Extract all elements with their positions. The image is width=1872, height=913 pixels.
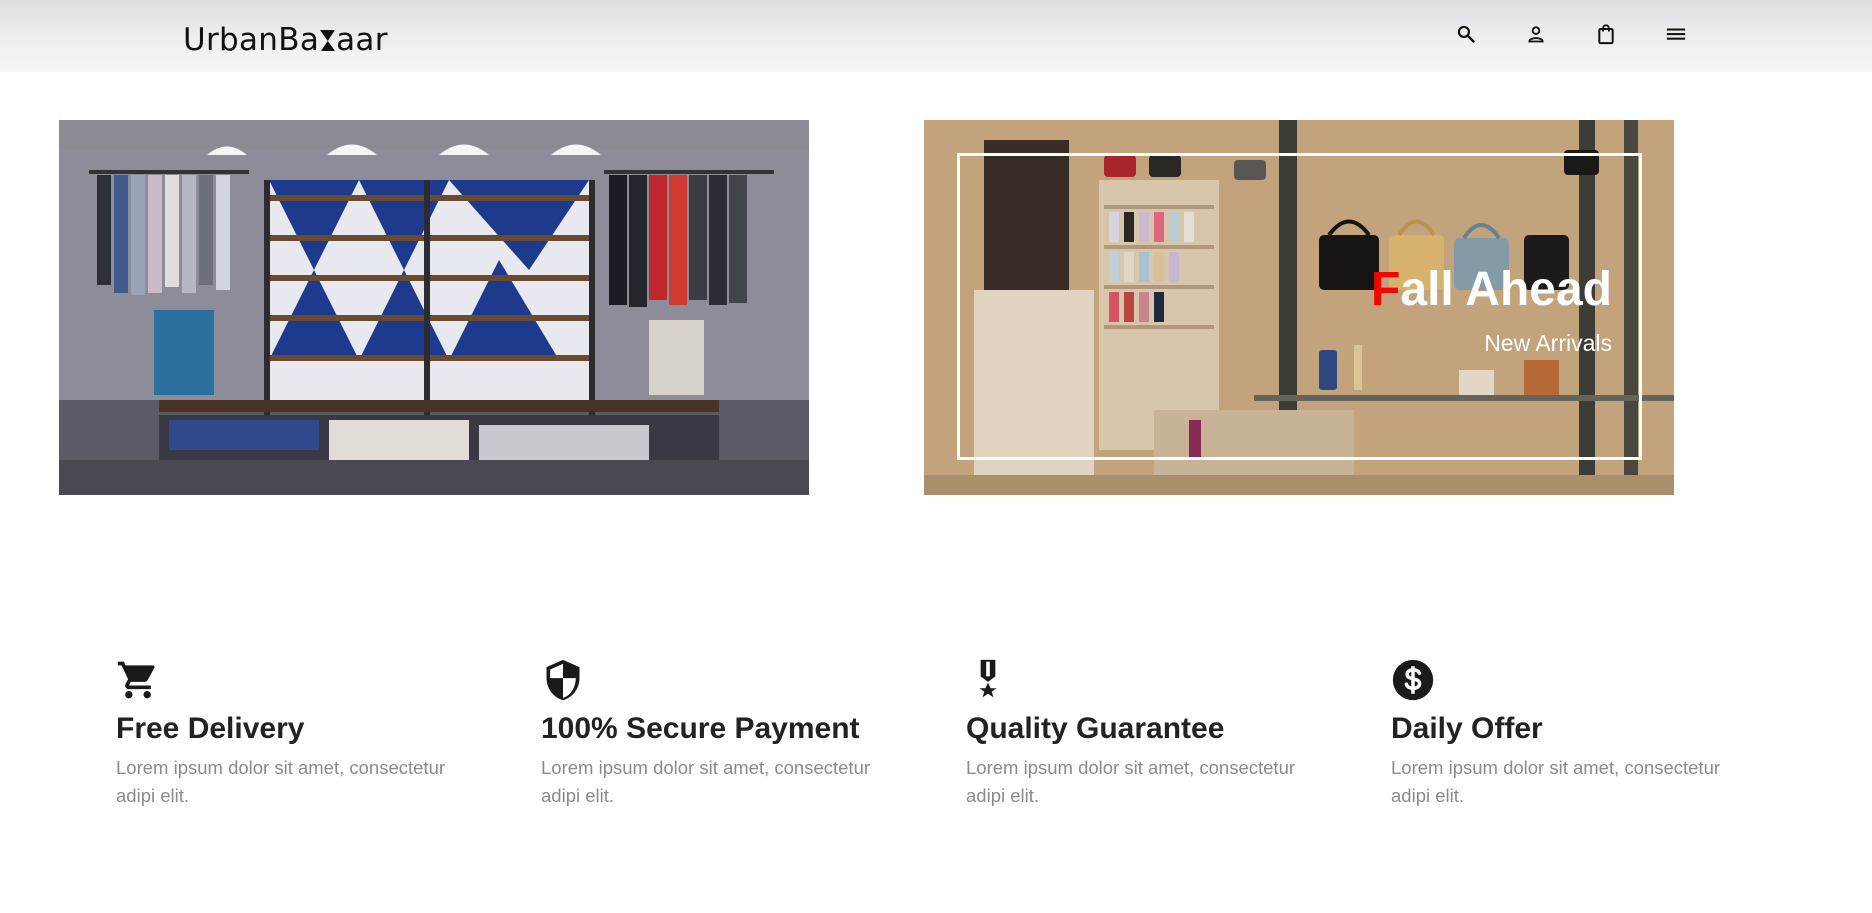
site-logo[interactable]: UrbanBa aar: [183, 22, 388, 58]
clothing-store-photo: [59, 120, 809, 495]
user-icon[interactable]: [1525, 22, 1547, 46]
feature-quality-guarantee: Quality Guarantee Lorem ipsum dolor sit …: [966, 658, 1326, 810]
header-actions: [1455, 22, 1687, 46]
feature-description: Lorem ipsum dolor sit amet, consectetur …: [1391, 757, 1721, 806]
feature-daily-offer: Daily Offer Lorem ipsum dolor sit amet, …: [1391, 658, 1751, 810]
promo-subtitle: New Arrivals: [1484, 330, 1612, 356]
feature-secure-payment: 100% Secure Payment Lorem ipsum dolor si…: [541, 658, 901, 810]
promo-title-first-letter: F: [1371, 263, 1401, 316]
logo-text-end: aar: [336, 22, 388, 58]
shield-icon: [546, 659, 580, 701]
dollar-icon: [1392, 659, 1434, 701]
feature-free-delivery: Free Delivery Lorem ipsum dolor sit amet…: [116, 658, 476, 810]
cart-icon: [117, 661, 155, 699]
clothing-store-banner[interactable]: [59, 120, 809, 495]
logo-z-glyph: [319, 22, 336, 58]
site-header: UrbanBa aar: [0, 0, 1872, 72]
feature-description: Lorem ipsum dolor sit amet, consectetur …: [966, 757, 1296, 806]
promo-title: Fall Ahead: [1371, 262, 1612, 317]
logo-text-start: UrbanBa: [183, 22, 320, 58]
feature-title: 100% Secure Payment: [541, 712, 860, 745]
menu-icon[interactable]: [1665, 22, 1687, 46]
feature-title: Quality Guarantee: [966, 712, 1225, 745]
promo-title-rest: all Ahead: [1400, 263, 1612, 316]
feature-description: Lorem ipsum dolor sit amet, consectetur …: [116, 757, 446, 806]
feature-description: Lorem ipsum dolor sit amet, consectetur …: [541, 757, 871, 806]
feature-title: Daily Offer: [1391, 712, 1543, 745]
search-icon[interactable]: [1455, 22, 1477, 46]
shopping-bag-icon[interactable]: [1595, 22, 1617, 46]
promo-banner[interactable]: Fall Ahead New Arrivals: [924, 120, 1674, 495]
feature-title: Free Delivery: [116, 712, 305, 745]
medal-icon: [979, 659, 997, 698]
